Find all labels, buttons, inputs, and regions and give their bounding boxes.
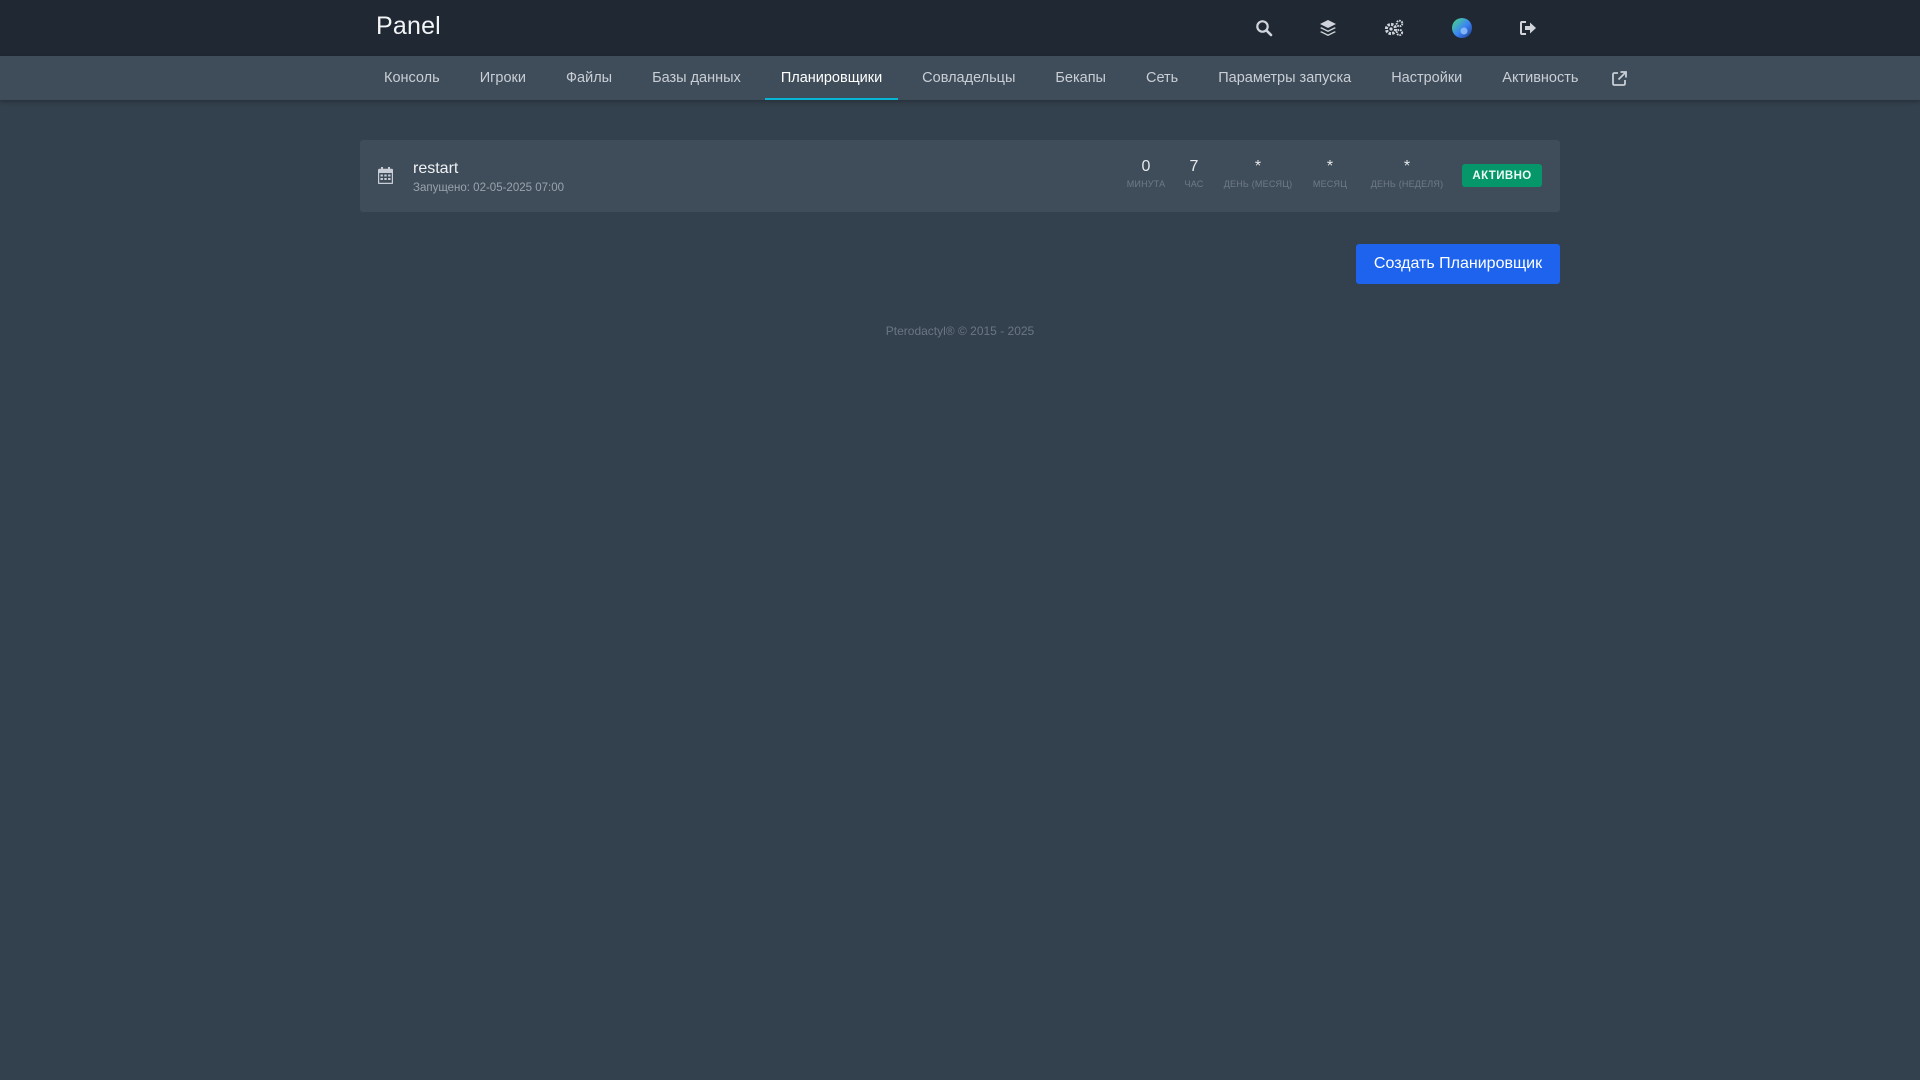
search-icon[interactable] [1250, 14, 1278, 42]
cron-day-of-week: * День (неделя) [1360, 158, 1454, 189]
tab-players[interactable]: Игроки [464, 56, 542, 100]
cron-value: 0 [1141, 158, 1151, 175]
sign-out-icon[interactable] [1514, 14, 1542, 42]
tab-startup[interactable]: Параметры запуска [1202, 56, 1367, 100]
cron-value: * [1326, 158, 1334, 175]
cron-day-of-month: * День (месяц) [1218, 158, 1298, 189]
status-badge: АКТИВНО [1462, 164, 1542, 187]
brand-title[interactable]: Panel [376, 12, 441, 41]
tab-settings[interactable]: Настройки [1375, 56, 1478, 100]
schedule-row[interactable]: restart Запущено: 02-05-2025 07:00 0 Мин… [360, 140, 1560, 212]
tab-activity[interactable]: Активность [1486, 56, 1594, 100]
cron-value: * [1403, 158, 1411, 175]
schedule-name: restart [413, 160, 459, 177]
tab-schedules[interactable]: Планировщики [764, 56, 899, 100]
avatar[interactable] [1448, 14, 1476, 42]
tab-console[interactable]: Консоль [368, 56, 456, 100]
tab-label: Настройки [1391, 70, 1463, 86]
create-schedule-button[interactable]: Создать Планировщик [1356, 244, 1560, 284]
cron-minute: 0 Минута [1122, 158, 1170, 189]
cron-value: 7 [1189, 158, 1199, 175]
server-subnav: Консоль Игроки Файлы Базы данных Планиро… [0, 56, 1920, 100]
cron-label: День (месяц) [1223, 179, 1293, 189]
tab-label: Совладельцы [922, 70, 1016, 86]
cron-label: День (неделя) [1370, 179, 1444, 189]
tab-label: Игроки [479, 70, 526, 86]
tab-label: Активность [1502, 70, 1579, 86]
tab-files[interactable]: Файлы [550, 56, 628, 100]
cogs-icon[interactable] [1380, 14, 1408, 42]
top-navbar: Panel [0, 0, 1920, 56]
layers-icon[interactable] [1314, 14, 1342, 42]
tab-label: Файлы [566, 70, 613, 86]
cron-label: Час [1184, 179, 1204, 189]
tab-external-link[interactable] [1602, 56, 1637, 100]
cron-value: * [1254, 158, 1262, 175]
tab-label: Бекапы [1055, 70, 1106, 86]
tab-subusers[interactable]: Совладельцы [906, 56, 1031, 100]
tab-label: Параметры запуска [1218, 70, 1352, 86]
external-link-icon [1612, 70, 1628, 86]
tab-databases[interactable]: Базы данных [636, 56, 757, 100]
cron-label: Минута [1126, 179, 1166, 189]
schedule-last-run: Запущено: 02-05-2025 07:00 [413, 182, 564, 194]
tab-label: Планировщики [780, 70, 883, 86]
tab-backups[interactable]: Бекапы [1039, 56, 1122, 100]
footer-copyright: Pterodactyl® © 2015 - 2025 [885, 324, 1035, 338]
tab-label: Базы данных [652, 70, 741, 86]
tab-label: Консоль [384, 70, 440, 86]
calendar-icon [378, 167, 393, 184]
tab-label: Сеть [1145, 70, 1179, 86]
cron-label: Месяц [1312, 179, 1348, 189]
cron-hour: 7 Час [1178, 158, 1210, 189]
tab-network[interactable]: Сеть [1130, 56, 1194, 100]
tab-bar: Консоль Игроки Файлы Базы данных Планиро… [368, 56, 1645, 100]
cron-month: * Месяц [1308, 158, 1352, 189]
